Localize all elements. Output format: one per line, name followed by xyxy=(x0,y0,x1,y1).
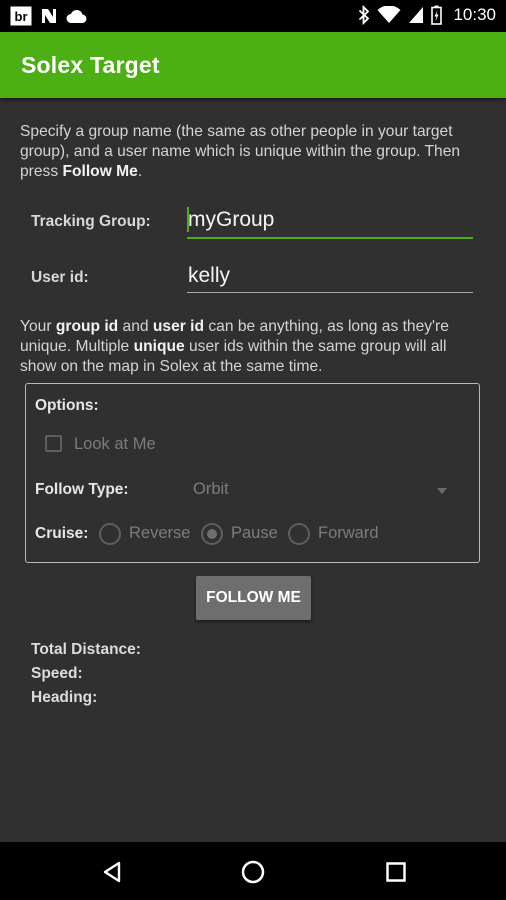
cruise-label: Cruise: xyxy=(35,525,89,542)
heading-label: Heading: xyxy=(31,689,98,706)
bluetooth-icon xyxy=(359,5,370,25)
note-bold-unique: unique xyxy=(133,338,185,355)
radio-dot xyxy=(207,529,217,539)
options-panel: Options: Look at Me Follow Type: Orbit C… xyxy=(25,383,480,563)
note-bold-group-id: group id xyxy=(55,318,119,335)
cloud-icon xyxy=(66,9,87,23)
follow-me-button[interactable]: FOLLOW ME xyxy=(196,576,311,620)
options-title: Options: xyxy=(35,397,99,414)
home-icon xyxy=(241,860,265,884)
checkbox-icon xyxy=(45,435,62,452)
total-distance-label: Total Distance: xyxy=(31,641,141,658)
note-bold-user-id: user id xyxy=(152,318,205,335)
cruise-pause-label: Pause xyxy=(231,524,278,542)
note-text-part: Your xyxy=(20,318,56,335)
text-caret xyxy=(187,207,189,232)
tracking-group-label: Tracking Group: xyxy=(31,213,151,230)
n-app-icon xyxy=(42,9,56,23)
main-content: Specify a group name (the same as other … xyxy=(0,98,506,842)
look-at-me-label: Look at Me xyxy=(74,435,156,453)
follow-type-label: Follow Type: xyxy=(35,481,129,498)
intro-text: Specify a group name (the same as other … xyxy=(20,122,486,182)
user-id-input[interactable] xyxy=(187,261,474,291)
app-title: Solex Target xyxy=(21,52,160,78)
speed-label: Speed: xyxy=(31,665,83,682)
user-id-underline xyxy=(187,292,473,293)
svg-text:br: br xyxy=(15,9,28,24)
tracking-group-input[interactable] xyxy=(187,205,474,235)
radio-selected-icon xyxy=(201,523,223,545)
cruise-reverse-label: Reverse xyxy=(129,524,191,542)
intro-bold: Follow Me xyxy=(62,163,138,180)
app-bar: Solex Target xyxy=(0,32,506,98)
tracking-group-underline xyxy=(187,237,473,239)
follow-type-value: Orbit xyxy=(193,480,229,498)
radio-icon xyxy=(99,523,121,545)
note-text: Your group id and user id can be anythin… xyxy=(20,317,486,377)
recents-button[interactable] xyxy=(378,854,414,890)
back-icon xyxy=(103,861,121,883)
intro-text-end: . xyxy=(137,163,143,180)
recents-icon xyxy=(386,862,406,882)
wifi-icon xyxy=(377,6,401,23)
br-app-icon: br xyxy=(10,6,32,26)
navigation-bar xyxy=(0,842,506,900)
home-button[interactable] xyxy=(235,854,271,890)
cruise-forward-label: Forward xyxy=(318,524,379,542)
user-id-label: User id: xyxy=(31,269,89,286)
note-text-part: and xyxy=(118,318,153,335)
status-time: 10:30 xyxy=(453,5,496,24)
status-bar: br 10:30 xyxy=(0,0,506,32)
cell-signal-icon xyxy=(409,7,424,23)
battery-icon xyxy=(431,5,443,25)
back-button[interactable] xyxy=(94,854,130,890)
radio-icon xyxy=(288,523,310,545)
dropdown-arrow-icon xyxy=(437,488,447,494)
